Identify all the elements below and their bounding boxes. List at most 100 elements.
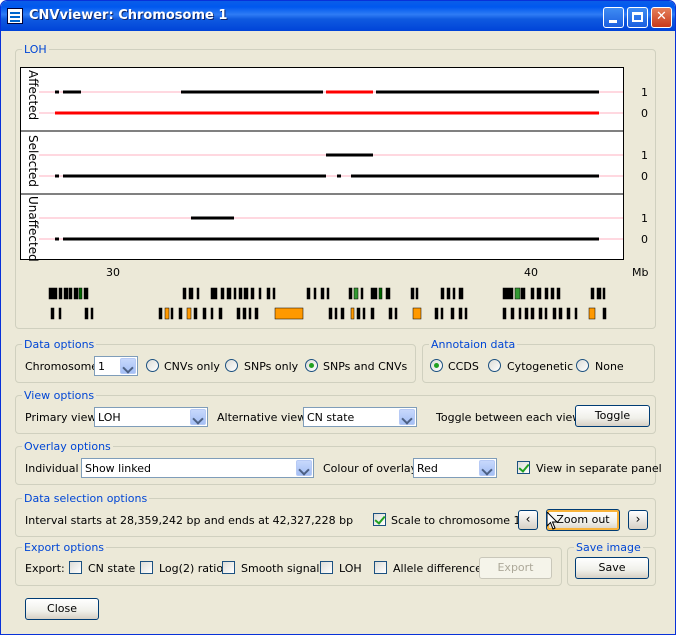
ccds-gene-block (536, 287, 542, 300)
ccds-gene-block (158, 307, 163, 320)
radio-snps-only-label: SNPs only (244, 360, 299, 373)
export-cn-state-checkbox[interactable] (69, 561, 82, 574)
individual-select[interactable]: Show linked (81, 458, 314, 478)
chevron-down-icon[interactable] (120, 358, 136, 374)
toggle-view-label: Toggle between each view (436, 411, 582, 424)
radio-none-label: None (595, 360, 624, 373)
ccds-gene-block (353, 287, 359, 300)
ccds-gene-block (210, 307, 214, 320)
chevron-down-icon[interactable] (190, 409, 206, 425)
primary-view-select[interactable]: LOH (94, 407, 208, 427)
selected-y-bottom: 0 (641, 170, 648, 183)
ccds-gene-block (83, 287, 89, 300)
ccds-gene-block (552, 307, 557, 320)
ccds-gene-block (250, 287, 255, 300)
cnv-app-icon (7, 8, 23, 24)
alternative-view-select[interactable]: CN state (303, 407, 417, 427)
ccds-gene-block (58, 287, 63, 300)
unaffected-y-top: 1 (641, 212, 648, 225)
ccds-gene-block (544, 307, 548, 320)
chromosome-select[interactable]: 1 (94, 356, 138, 376)
ccds-gene-block (202, 307, 207, 320)
individual-label: Individual (25, 462, 79, 475)
view-options-label: View options (22, 389, 97, 402)
chromosome-value: 1 (98, 360, 105, 373)
close-icon[interactable]: ✕ (651, 7, 672, 28)
ccds-gene-block (274, 307, 304, 320)
ccds-gene-block (326, 287, 330, 300)
ccds-gene-block (458, 307, 463, 320)
export-loh-checkbox[interactable] (320, 561, 333, 574)
panel-label-unaffected: Unaffected (26, 196, 40, 262)
loh-tracks-svg (21, 90, 623, 241)
separate-panel-checkbox[interactable] (517, 461, 530, 474)
ccds-gene-block (412, 307, 422, 320)
radio-snps-and-cnvs-label: SNPs and CNVs (323, 360, 408, 373)
export-allele-difference-checkbox[interactable] (374, 561, 387, 574)
affected-y-top: 1 (641, 86, 648, 99)
individual-value: Show linked (85, 462, 151, 475)
interval-text: Interval starts at 28,359,242 bp and end… (25, 514, 354, 527)
radio-snps-only[interactable] (225, 359, 238, 372)
chevron-down-icon[interactable] (479, 460, 495, 476)
ccds-gene-block (340, 307, 345, 320)
title-bar[interactable]: CNVviewer: Chromosome 1 ✕ (1, 1, 675, 31)
ccds-gene-block (440, 287, 445, 300)
export-button[interactable]: Export (479, 557, 552, 579)
ccds-gene-block (510, 307, 515, 320)
data-selection-label: Data selection options (22, 492, 150, 505)
next-interval-button[interactable]: › (628, 510, 648, 530)
export-allele-difference-label: Allele difference (393, 562, 482, 575)
scale-to-chromosome-label: Scale to chromosome 1 (391, 514, 521, 527)
toggle-button[interactable]: Toggle (575, 405, 650, 427)
maximize-icon[interactable] (627, 7, 648, 28)
ccds-gene-block (415, 287, 419, 300)
radio-snps-and-cnvs[interactable] (305, 359, 318, 372)
export-log2-ratio-checkbox[interactable] (140, 561, 153, 574)
ccds-gene-block (90, 307, 94, 320)
radio-none[interactable] (576, 359, 589, 372)
ccds-gene-block (182, 287, 187, 300)
ccds-gene-block (68, 287, 73, 300)
chevron-down-icon[interactable] (399, 409, 415, 425)
ccds-gene-block (450, 307, 455, 320)
scale-to-chromosome-checkbox[interactable] (373, 513, 386, 526)
save-button[interactable]: Save (575, 557, 649, 579)
ccds-gene-block (236, 307, 241, 320)
ccds-gene-block (378, 287, 383, 300)
ccds-gene-block (164, 307, 170, 320)
ccds-gene-block (188, 287, 194, 300)
ccds-gene-block (596, 287, 602, 300)
ccds-gene-block (350, 307, 355, 320)
radio-cytogenetic[interactable] (488, 359, 501, 372)
ccds-gene-block (588, 307, 596, 320)
ccds-gene-block (233, 287, 237, 300)
ccds-gene-block (334, 307, 338, 320)
radio-ccds[interactable] (430, 359, 443, 372)
radio-cytogenetic-label: Cytogenetic (507, 360, 574, 373)
cnvviewer-window: CNVviewer: Chromosome 1 ✕ LOH Affected S… (0, 0, 676, 635)
chromosome-label: Chromosome (25, 360, 99, 373)
ccds-gene-block (544, 287, 549, 300)
panel-label-selected: Selected (26, 135, 40, 188)
colour-of-overlay-select[interactable]: Red (413, 458, 497, 478)
chevron-down-icon[interactable] (296, 460, 312, 476)
annotation-data-label: Annotaion data (429, 338, 518, 351)
prev-interval-button[interactable]: ‹ (518, 510, 538, 530)
radio-cnvs-only[interactable] (146, 359, 159, 372)
export-smooth-signal-checkbox[interactable] (222, 561, 235, 574)
x-tick-40: 40 (524, 266, 538, 279)
ccds-annotation-track (48, 287, 607, 320)
ccds-gene-block (272, 287, 276, 300)
ccds-gene-block (242, 307, 247, 320)
ccds-gene-block (590, 287, 595, 300)
ccds-gene-block (458, 287, 464, 300)
ccds-gene-block (362, 307, 366, 320)
minimize-icon[interactable] (603, 7, 624, 28)
ccds-gene-block (226, 287, 232, 300)
ccds-gene-block (385, 287, 391, 300)
ccds-gene-block (178, 307, 183, 320)
ccds-gene-block (574, 307, 578, 320)
close-button[interactable]: Close (25, 598, 99, 620)
ccds-gene-block (538, 307, 543, 320)
